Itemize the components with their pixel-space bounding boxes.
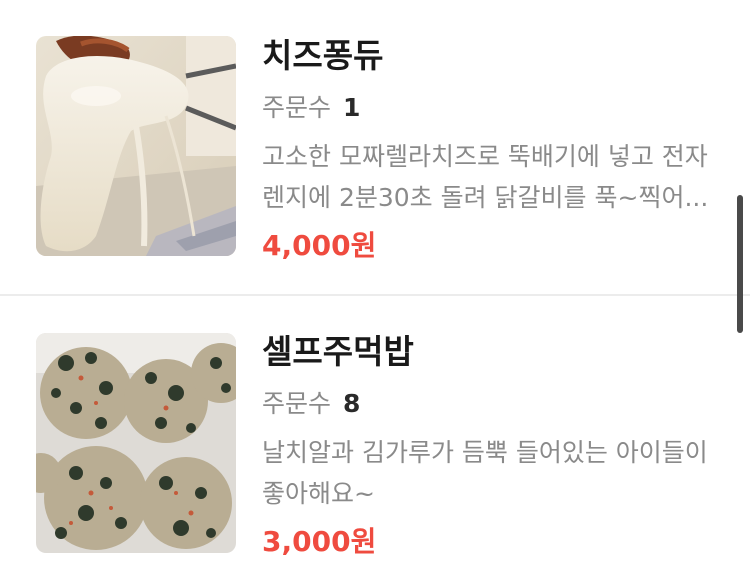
order-count-value: 8 bbox=[342, 389, 361, 418]
menu-item-info: 셀프주먹밥 주문수 8 날치알과 김가루가 듬뿍 들어있는 아이들이 좋아해요~… bbox=[262, 330, 722, 562]
menu-item-image[interactable] bbox=[36, 36, 236, 256]
order-count: 주문수 1 bbox=[262, 92, 722, 124]
menu-item-name: 치즈퐁듀 bbox=[262, 36, 384, 75]
menu-item-name: 셀프주먹밥 bbox=[262, 332, 414, 371]
order-count-label: 주문수 bbox=[262, 389, 332, 418]
order-count-value: 1 bbox=[342, 93, 361, 122]
rice-ball-photo bbox=[36, 333, 236, 553]
menu-item-price: 3,000원 bbox=[262, 525, 377, 558]
menu-item-cheese-fondue[interactable]: 치즈퐁듀 주문수 1 고소한 모짜렐라치즈로 뚝배기에 넣고 전자렌지에 2분3… bbox=[0, 0, 750, 294]
menu-item-info: 치즈퐁듀 주문수 1 고소한 모짜렐라치즈로 뚝배기에 넣고 전자렌지에 2분3… bbox=[262, 34, 722, 266]
menu-item-rice-ball[interactable]: 셀프주먹밥 주문수 8 날치알과 김가루가 듬뿍 들어있는 아이들이 좋아해요~… bbox=[0, 296, 750, 576]
order-count: 주문수 8 bbox=[262, 388, 722, 420]
scrollbar[interactable] bbox=[737, 195, 743, 333]
menu-item-image[interactable] bbox=[36, 333, 236, 553]
menu-list-screen: 치즈퐁듀 주문수 1 고소한 모짜렐라치즈로 뚝배기에 넣고 전자렌지에 2분3… bbox=[0, 0, 750, 576]
menu-item-description: 고소한 모짜렐라치즈로 뚝배기에 넣고 전자렌지에 2분30초 돌려 닭갈비를 … bbox=[262, 142, 709, 212]
cheese-fondue-photo bbox=[36, 36, 236, 256]
order-count-label: 주문수 bbox=[262, 93, 332, 122]
menu-item-description: 날치알과 김가루가 듬뿍 들어있는 아이들이 좋아해요~ bbox=[262, 438, 708, 508]
menu-item-price: 4,000원 bbox=[262, 229, 377, 262]
